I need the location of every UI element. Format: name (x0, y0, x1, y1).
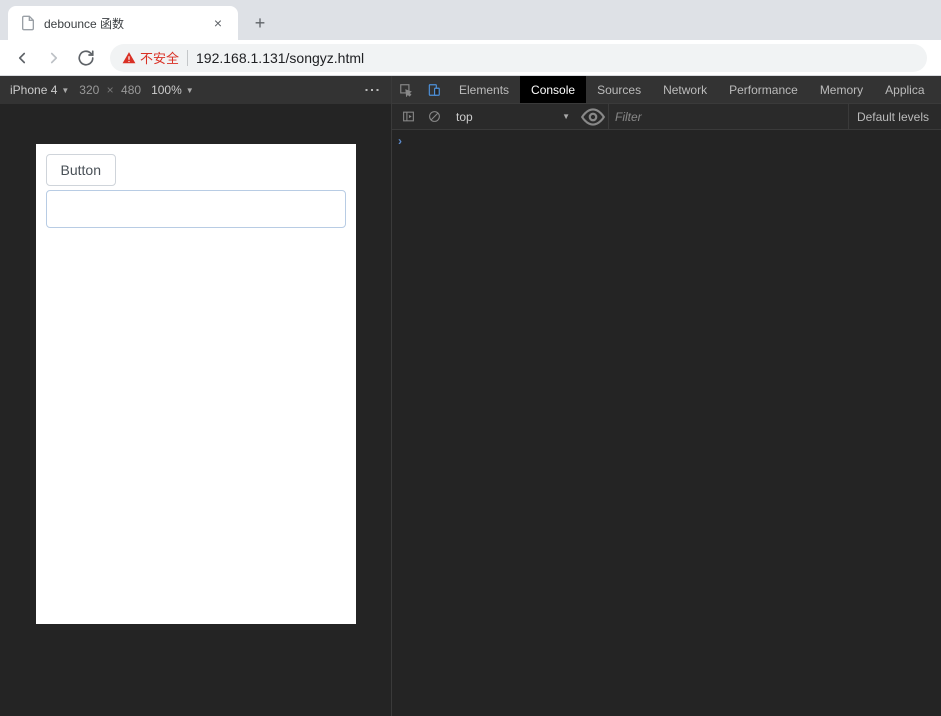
tab-application[interactable]: Applica (874, 76, 935, 103)
live-expression-icon[interactable] (580, 104, 606, 130)
device-name-label: iPhone 4 (10, 83, 57, 97)
url-text: 192.168.1.131/songyz.html (196, 50, 915, 66)
clear-console-icon[interactable] (422, 110, 446, 123)
execution-context-label: top (456, 110, 473, 124)
execution-context-selector[interactable]: top ▼ (448, 110, 578, 124)
page-button[interactable]: Button (46, 154, 116, 186)
tab-sources[interactable]: Sources (586, 76, 652, 103)
console-body[interactable]: › (392, 130, 941, 716)
toggle-console-sidebar-icon[interactable] (396, 110, 420, 123)
address-bar: 不安全 192.168.1.131/songyz.html (0, 40, 941, 76)
page-text-input[interactable] (46, 190, 346, 228)
tab-title: debounce 函数 (44, 15, 202, 32)
content-area: iPhone 4 ▼ 320 × 480 100% ▼ ⋮ Button (0, 76, 941, 716)
device-width: 320 (79, 83, 99, 97)
times-icon: × (107, 83, 114, 97)
tab-console[interactable]: Console (520, 76, 586, 103)
tab-performance[interactable]: Performance (718, 76, 809, 103)
console-prompt-icon: › (398, 134, 402, 148)
warning-icon (122, 51, 136, 65)
more-options-icon[interactable]: ⋮ (362, 82, 381, 98)
device-preview-pane: iPhone 4 ▼ 320 × 480 100% ▼ ⋮ Button (0, 76, 392, 716)
dropdown-icon: ▼ (186, 86, 194, 95)
security-label: 不安全 (140, 48, 179, 67)
device-height: 480 (121, 83, 141, 97)
browser-tabstrip: debounce 函数 × + (0, 0, 941, 40)
device-stage: Button (0, 104, 391, 716)
new-tab-button[interactable]: + (246, 9, 274, 37)
devtools-panel: Elements Console Sources Network Perform… (392, 76, 941, 716)
page-favicon-icon (20, 15, 36, 31)
device-toolbar: iPhone 4 ▼ 320 × 480 100% ▼ ⋮ (0, 76, 391, 104)
back-button[interactable] (8, 44, 36, 72)
zoom-label: 100% (151, 83, 182, 97)
device-dimensions[interactable]: 320 × 480 (79, 83, 141, 97)
close-tab-icon[interactable]: × (210, 15, 226, 31)
omnibox[interactable]: 不安全 192.168.1.131/songyz.html (110, 44, 927, 72)
tab-elements[interactable]: Elements (448, 76, 520, 103)
devtools-tabbar: Elements Console Sources Network Perform… (392, 76, 941, 104)
tab-memory[interactable]: Memory (809, 76, 874, 103)
device-selector[interactable]: iPhone 4 ▼ (10, 83, 69, 97)
device-screen: Button (36, 144, 356, 624)
browser-tab[interactable]: debounce 函数 × (8, 6, 238, 40)
toggle-device-toolbar-icon[interactable] (420, 76, 448, 103)
log-levels-selector[interactable]: Default levels (848, 104, 937, 129)
forward-button[interactable] (40, 44, 68, 72)
console-filter-input[interactable] (608, 104, 846, 129)
inspect-element-icon[interactable] (392, 76, 420, 103)
dropdown-icon: ▼ (562, 112, 570, 121)
tab-network[interactable]: Network (652, 76, 718, 103)
console-toolbar: top ▼ Default levels (392, 104, 941, 130)
reload-button[interactable] (72, 44, 100, 72)
dropdown-icon: ▼ (61, 86, 69, 95)
log-levels-label: Default levels (857, 110, 929, 124)
zoom-selector[interactable]: 100% ▼ (151, 83, 194, 97)
security-badge[interactable]: 不安全 (122, 48, 179, 67)
omnibox-divider (187, 50, 188, 66)
